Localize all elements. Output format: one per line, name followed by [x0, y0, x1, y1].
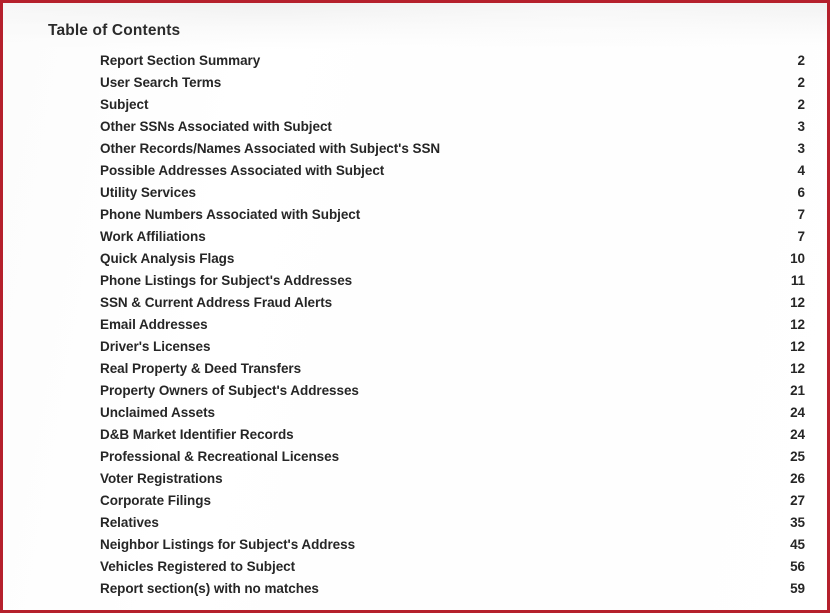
toc-entry-label: Subject [100, 97, 149, 112]
toc-entry[interactable]: Other SSNs Associated with Subject 3 [100, 116, 805, 138]
toc-entry-page-number: 27 [790, 493, 805, 508]
toc-entry-page-number: 6 [797, 185, 806, 200]
toc-entry[interactable]: Relatives 35 [100, 512, 805, 534]
toc-entry-page-number: 10 [790, 251, 805, 266]
toc-entry-label: Report Section Summary [100, 53, 261, 68]
toc-entry-label: Work Affiliations [100, 229, 206, 244]
toc-entry[interactable]: Corporate Filings 27 [100, 490, 805, 512]
toc-entry-page-number: 7 [797, 229, 806, 244]
toc-entry-page-number: 2 [797, 53, 806, 68]
toc-entry-page-number: 12 [790, 339, 805, 354]
toc-entry-label: Phone Numbers Associated with Subject [100, 207, 361, 222]
toc-entry-label: Vehicles Registered to Subject [100, 559, 296, 574]
toc-entry-page-number: 56 [790, 559, 805, 574]
toc-entry-page-number: 11 [790, 273, 805, 288]
toc-entry-label: Real Property & Deed Transfers [100, 361, 302, 376]
toc-entry-label: Professional & Recreational Licenses [100, 449, 340, 464]
toc-entry-label: Utility Services [100, 185, 197, 200]
toc-entry[interactable]: Work Affiliations 7 [100, 226, 805, 248]
scanned-document-page: Table of Contents Report Section Summary… [0, 0, 830, 613]
toc-entry-label: Phone Listings for Subject's Addresses [100, 273, 353, 288]
toc-entry-page-number: 26 [790, 471, 805, 486]
toc-entry-page-number: 24 [790, 427, 805, 442]
toc-entry[interactable]: Other Records/Names Associated with Subj… [100, 138, 805, 160]
toc-entry-page-number: 59 [790, 581, 805, 596]
toc-entry[interactable]: Voter Registrations 26 [100, 468, 805, 490]
toc-entry-page-number: 3 [797, 119, 806, 134]
toc-entry[interactable]: Phone Numbers Associated with Subject 7 [100, 204, 805, 226]
toc-entry[interactable]: Real Property & Deed Transfers 12 [100, 358, 805, 380]
toc-entry-label: Email Addresses [100, 317, 208, 332]
toc-entry-label: Driver's Licenses [100, 339, 211, 354]
toc-entry-label: Corporate Filings [100, 493, 211, 508]
toc-entry-label: Other Records/Names Associated with Subj… [100, 141, 441, 156]
page-title: Table of Contents [48, 22, 181, 39]
toc-entry-label: SSN & Current Address Fraud Alerts [100, 295, 333, 310]
toc-entry-label: D&B Market Identifier Records [100, 427, 294, 442]
toc-entry-page-number: 21 [790, 383, 805, 398]
toc-entry[interactable]: Quick Analysis Flags 10 [100, 248, 805, 270]
toc-entry[interactable]: Vehicles Registered to Subject 56 [100, 556, 805, 578]
toc-entry-page-number: 4 [797, 163, 806, 178]
toc-entry-label: Possible Addresses Associated with Subje… [100, 163, 385, 178]
toc-entry-label: Quick Analysis Flags [100, 251, 235, 266]
toc-entry-page-number: 24 [790, 405, 805, 420]
toc-entry-label: Other SSNs Associated with Subject [100, 119, 332, 134]
toc-entry-page-number: 45 [790, 537, 805, 552]
toc-entry[interactable]: User Search Terms 2 [100, 72, 805, 94]
toc-entry[interactable]: Report Section Summary 2 [100, 50, 805, 72]
toc-entry-label: Voter Registrations [100, 471, 223, 486]
table-of-contents-list: Report Section Summary 2 User Search Terms… [100, 50, 805, 600]
toc-entry-label: Unclaimed Assets [100, 405, 215, 420]
toc-entry[interactable]: Subject 2 [100, 94, 805, 116]
toc-entry[interactable]: SSN & Current Address Fraud Alerts 12 [100, 292, 805, 314]
toc-entry-page-number: 2 [797, 97, 806, 112]
toc-entry[interactable]: Neighbor Listings for Subject's Address 4… [100, 534, 805, 556]
toc-entry-label: Property Owners of Subject's Addresses [100, 383, 359, 398]
toc-entry-page-number: 12 [790, 361, 805, 376]
toc-entry-page-number: 12 [790, 317, 805, 332]
toc-entry-page-number: 12 [790, 295, 805, 310]
toc-entry-page-number: 7 [797, 207, 806, 222]
toc-entry[interactable]: Possible Addresses Associated with Subje… [100, 160, 805, 182]
toc-entry-page-number: 35 [790, 515, 805, 530]
toc-entry[interactable]: Email Addresses 12 [100, 314, 805, 336]
toc-entry-label: User Search Terms [100, 75, 222, 90]
toc-entry[interactable]: Phone Listings for Subject's Addresses 11 [100, 270, 805, 292]
toc-entry[interactable]: Report section(s) with no matches 59 [100, 578, 805, 600]
toc-entry-page-number: 2 [797, 75, 806, 90]
toc-entry-page-number: 3 [797, 141, 806, 156]
toc-entry-label: Neighbor Listings for Subject's Address [100, 537, 356, 552]
toc-entry[interactable]: Driver's Licenses 12 [100, 336, 805, 358]
toc-entry[interactable]: Property Owners of Subject's Addresses 21 [100, 380, 805, 402]
toc-entry[interactable]: Utility Services 6 [100, 182, 805, 204]
toc-entry-page-number: 25 [790, 449, 805, 464]
toc-entry-label: Relatives [100, 515, 159, 530]
toc-entry[interactable]: Unclaimed Assets 24 [100, 402, 805, 424]
toc-entry[interactable]: D&B Market Identifier Records 24 [100, 424, 805, 446]
toc-entry[interactable]: Professional & Recreational Licenses 25 [100, 446, 805, 468]
toc-entry-label: Report section(s) with no matches [100, 581, 319, 596]
